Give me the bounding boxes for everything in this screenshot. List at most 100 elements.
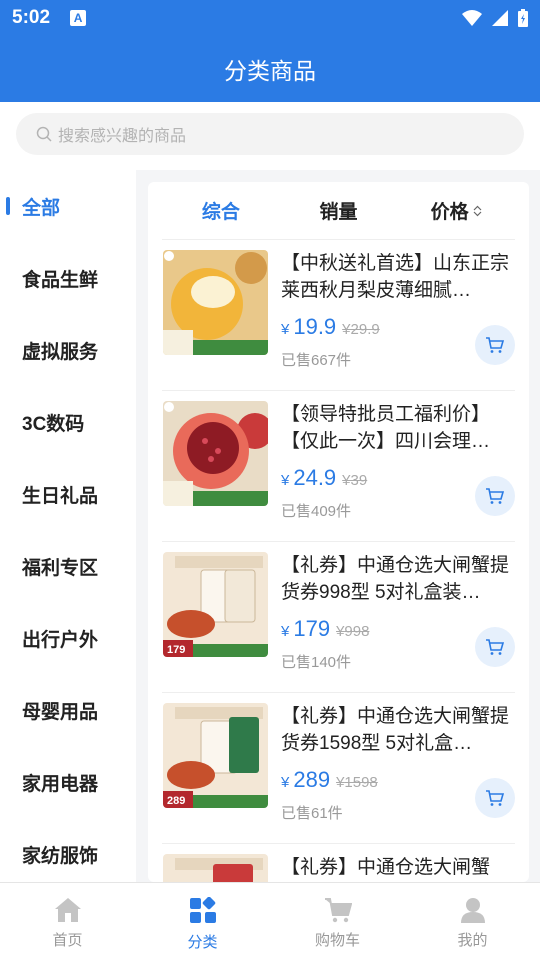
status-time: 5:02 xyxy=(12,7,51,28)
price-value: 289 xyxy=(293,767,331,792)
product-item[interactable]: 【礼券】中通仓选大闸蟹 xyxy=(162,844,515,882)
original-price: ¥1598 xyxy=(336,774,378,791)
currency-symbol: ¥ xyxy=(342,321,351,338)
currency-symbol: ¥ xyxy=(281,774,290,791)
product-image: 289 xyxy=(163,703,268,808)
product-info: 【礼券】中通仓选大闸蟹 xyxy=(281,854,513,882)
search-bar: 搜索感兴趣的商品 xyxy=(0,102,540,170)
sidebar-item-textile[interactable]: 家纺服饰 xyxy=(0,818,136,890)
sidebar-item-label: 福利专区 xyxy=(22,557,99,579)
home-icon xyxy=(54,898,81,922)
sort-bar: 综合 销量 价格 xyxy=(162,182,515,240)
product-title: 【礼券】中通仓选大闸蟹 xyxy=(281,857,491,878)
voucher-price-label: 289 xyxy=(167,795,185,807)
sort-tab-label: 综合 xyxy=(201,202,240,223)
add-to-cart-button[interactable] xyxy=(475,627,515,667)
orig-value: 39 xyxy=(350,472,368,489)
sidebar-item-food[interactable]: 食品生鲜 xyxy=(0,242,136,314)
product-title: 【中秋送礼首选】山东正宗莱西秋月梨皮薄细腻… xyxy=(281,253,510,301)
sort-tab-sales[interactable]: 销量 xyxy=(280,197,398,224)
sidebar-item-label: 母婴用品 xyxy=(22,701,99,723)
sidebar-item-label: 生日礼品 xyxy=(22,485,99,507)
product-price: ¥289 xyxy=(281,767,330,793)
orig-value: 1598 xyxy=(344,774,378,791)
currency-symbol: ¥ xyxy=(281,472,290,489)
orig-value: 29.9 xyxy=(350,321,380,338)
sort-tab-price[interactable]: 价格 xyxy=(397,197,515,224)
product-panel: 综合 销量 价格 【中秋送礼首选】山东正宗莱西秋月梨皮薄细腻… ¥19.9 ¥2… xyxy=(148,182,529,882)
product-image xyxy=(163,401,268,506)
sort-tab-comprehensive[interactable]: 综合 xyxy=(162,197,280,224)
currency-symbol: ¥ xyxy=(281,321,290,338)
category-grid-icon xyxy=(189,897,216,923)
cart-icon xyxy=(486,337,505,353)
sidebar-item-outdoor[interactable]: 出行户外 xyxy=(0,602,136,674)
product-title: 【领导特批员工福利价】【仅此一次】四川会理… xyxy=(281,404,491,452)
currency-symbol: ¥ xyxy=(281,623,290,640)
price-value: 179 xyxy=(293,616,331,641)
signal-icon xyxy=(492,10,508,26)
notification-a-icon: A xyxy=(70,10,87,26)
crab-voucher-image xyxy=(163,854,268,882)
sidebar-item-label: 食品生鲜 xyxy=(22,269,99,291)
product-item[interactable]: 【领导特批员工福利价】【仅此一次】四川会理… ¥24.9 ¥39 已售409件 xyxy=(162,391,515,542)
product-image xyxy=(163,854,268,882)
tab-label: 购物车 xyxy=(314,932,360,949)
sidebar-item-label: 3C数码 xyxy=(22,413,85,435)
product-image: 179 xyxy=(163,552,268,657)
original-price: ¥29.9 xyxy=(342,321,380,338)
product-item[interactable]: 289 【礼券】中通仓选大闸蟹提货券1598型 5对礼盒… ¥289 ¥1598… xyxy=(162,693,515,844)
original-price: ¥998 xyxy=(336,623,369,640)
crab-voucher-image: 179 xyxy=(163,552,268,657)
bottom-tab-bar: 首页 分类 购物车 我的 xyxy=(0,882,540,960)
original-price: ¥39 xyxy=(342,472,367,489)
pear-image xyxy=(163,250,268,355)
sidebar-item-label: 虚拟服务 xyxy=(22,341,99,363)
sidebar-item-appliances[interactable]: 家用电器 xyxy=(0,746,136,818)
tab-label: 分类 xyxy=(187,934,218,951)
search-input[interactable]: 搜索感兴趣的商品 xyxy=(16,113,524,155)
orig-value: 998 xyxy=(344,623,370,640)
product-item[interactable]: 【中秋送礼首选】山东正宗莱西秋月梨皮薄细腻… ¥19.9 ¥29.9 已售667… xyxy=(162,240,515,391)
voucher-price-label: 179 xyxy=(167,644,185,656)
currency-symbol: ¥ xyxy=(342,472,351,489)
crab-voucher-image: 289 xyxy=(163,703,268,808)
add-to-cart-button[interactable] xyxy=(475,325,515,365)
status-bar: 5:02 A xyxy=(0,0,540,36)
user-icon xyxy=(460,898,485,923)
tab-category[interactable]: 分类 xyxy=(135,883,270,960)
price-value: 19.9 xyxy=(293,314,337,339)
page-header: 分类商品 xyxy=(0,36,540,102)
sidebar-item-all[interactable]: 全部 xyxy=(0,170,136,242)
product-price: ¥19.9 xyxy=(281,314,336,340)
tab-mine[interactable]: 我的 xyxy=(405,883,540,960)
page-title: 分类商品 xyxy=(224,58,316,84)
category-sidebar: 全部 食品生鲜 虚拟服务 3C数码 生日礼品 福利专区 出行户外 母婴用品 家用… xyxy=(0,170,136,882)
add-to-cart-button[interactable] xyxy=(475,476,515,516)
tab-label: 首页 xyxy=(52,932,83,949)
sidebar-item-virtual[interactable]: 虚拟服务 xyxy=(0,314,136,386)
tab-cart[interactable]: 购物车 xyxy=(270,883,405,960)
product-title: 【礼券】中通仓选大闸蟹提货券1598型 5对礼盒… xyxy=(281,706,510,754)
wifi-icon xyxy=(462,10,482,26)
shopping-cart-icon xyxy=(324,898,352,923)
sidebar-item-baby[interactable]: 母婴用品 xyxy=(0,674,136,746)
add-to-cart-button[interactable] xyxy=(475,778,515,818)
battery-icon xyxy=(518,9,528,27)
cart-icon xyxy=(486,639,505,655)
product-item[interactable]: 179 【礼券】中通仓选大闸蟹提货券998型 5对礼盒装… ¥179 ¥998 … xyxy=(162,542,515,693)
tab-label: 我的 xyxy=(457,932,488,949)
sidebar-item-welfare[interactable]: 福利专区 xyxy=(0,530,136,602)
sort-tab-label: 销量 xyxy=(319,202,358,223)
sidebar-item-3c[interactable]: 3C数码 xyxy=(0,386,136,458)
search-icon xyxy=(36,126,52,142)
cart-icon xyxy=(486,488,505,504)
sidebar-item-birthday[interactable]: 生日礼品 xyxy=(0,458,136,530)
product-title: 【礼券】中通仓选大闸蟹提货券998型 5对礼盒装… xyxy=(281,555,510,603)
pomegranate-image xyxy=(163,401,268,506)
sidebar-item-label: 全部 xyxy=(22,197,61,219)
search-placeholder: 搜索感兴趣的商品 xyxy=(58,128,187,145)
price-value: 24.9 xyxy=(293,465,337,490)
tab-home[interactable]: 首页 xyxy=(0,883,135,960)
sort-tab-label: 价格 xyxy=(430,202,469,223)
